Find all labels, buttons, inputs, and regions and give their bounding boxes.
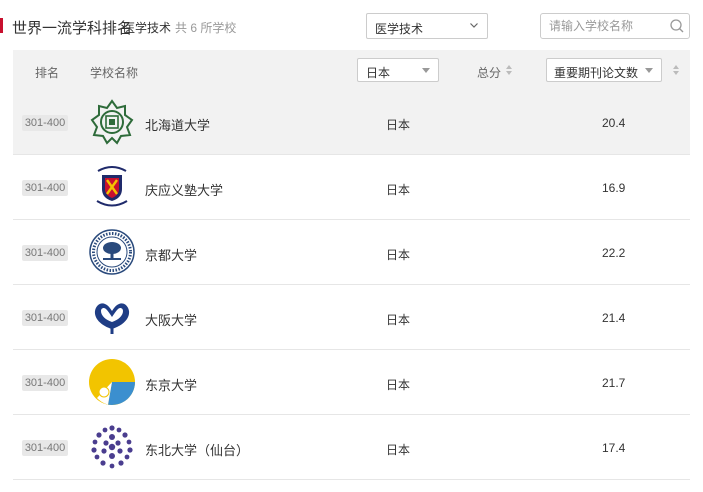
table-row[interactable]: 301-400 大阪大学 日本 21.4	[13, 285, 690, 350]
metric-value: 17.4	[602, 441, 626, 455]
rank-badge: 301-400	[22, 310, 68, 326]
country-cell: 日本	[386, 118, 411, 132]
title-accent-bar	[0, 18, 3, 33]
table-row[interactable]: 301-400 庆应义塾大学 日本 16.9	[13, 155, 690, 220]
table-row[interactable]: 301-400 东京大学 日本 21.7	[13, 350, 690, 415]
subject-label: 医学技术	[123, 21, 172, 35]
country-cell: 日本	[386, 183, 411, 197]
university-name[interactable]: 京都大学	[145, 245, 197, 264]
rank-badge: 301-400	[22, 245, 68, 261]
column-header-name: 学校名称	[90, 66, 139, 80]
university-name[interactable]: 大阪大学	[145, 310, 197, 329]
rank-badge: 301-400	[22, 180, 68, 196]
tohoku-logo[interactable]	[88, 423, 136, 471]
school-search[interactable]	[540, 13, 690, 39]
hokkaido-logo[interactable]	[88, 98, 136, 146]
university-name[interactable]: 庆应义塾大学	[145, 180, 223, 199]
chevron-down-icon	[470, 23, 478, 28]
country-filter-select[interactable]: 日本	[357, 58, 439, 82]
rank-badge: 301-400	[22, 440, 68, 456]
country-filter-value: 日本	[366, 66, 391, 80]
search-input[interactable]	[541, 14, 661, 38]
metric-select[interactable]: 重要期刊论文数	[546, 58, 662, 82]
column-header-total[interactable]: 总分	[477, 64, 501, 81]
metric-value: 22.2	[602, 246, 626, 260]
table-row[interactable]: 301-400 京都大学 日本 22.2	[13, 220, 690, 285]
rank-badge: 301-400	[22, 115, 68, 131]
top-bar: 世界一流学科排名 医学技术 共 6 所学校 医学技术	[0, 0, 703, 50]
metric-value: 21.4	[602, 311, 626, 325]
university-name[interactable]: 东北大学（仙台）	[145, 440, 249, 459]
country-cell: 日本	[386, 248, 411, 262]
country-cell: 日本	[386, 313, 411, 327]
table-row[interactable]: 301-400 东北大学（仙台） 日本 17.4	[13, 415, 690, 480]
caret-down-icon	[422, 68, 430, 73]
keio-logo[interactable]	[88, 163, 136, 211]
subject-select[interactable]: 医学技术	[366, 13, 488, 39]
search-icon[interactable]	[669, 18, 685, 34]
tokyo-logo[interactable]	[88, 358, 136, 406]
page-title: 世界一流学科排名	[12, 20, 133, 37]
metric-value: 16.9	[602, 181, 626, 195]
table-row[interactable]: 301-400 北海道大学 日本 20.4	[13, 90, 690, 155]
sort-icon[interactable]	[673, 65, 679, 75]
country-cell: 日本	[386, 378, 411, 392]
kyoto-logo[interactable]	[88, 228, 136, 276]
metric-value: 21.7	[602, 376, 626, 390]
osaka-logo[interactable]	[88, 293, 136, 341]
university-name[interactable]: 东京大学	[145, 375, 197, 394]
rank-badge: 301-400	[22, 375, 68, 391]
subject-select-value: 医学技术	[375, 22, 424, 36]
metric-select-value: 重要期刊论文数	[554, 66, 639, 80]
metric-value: 20.4	[602, 116, 626, 130]
sort-icon[interactable]	[506, 65, 512, 75]
country-cell: 日本	[386, 443, 411, 457]
column-header-rank: 排名	[35, 66, 60, 80]
table-header: 排名 学校名称 日本 总分 重要期刊论文数	[13, 50, 690, 90]
caret-down-icon	[645, 68, 653, 73]
university-name[interactable]: 北海道大学	[145, 115, 210, 134]
school-count: 共 6 所学校	[175, 21, 237, 35]
